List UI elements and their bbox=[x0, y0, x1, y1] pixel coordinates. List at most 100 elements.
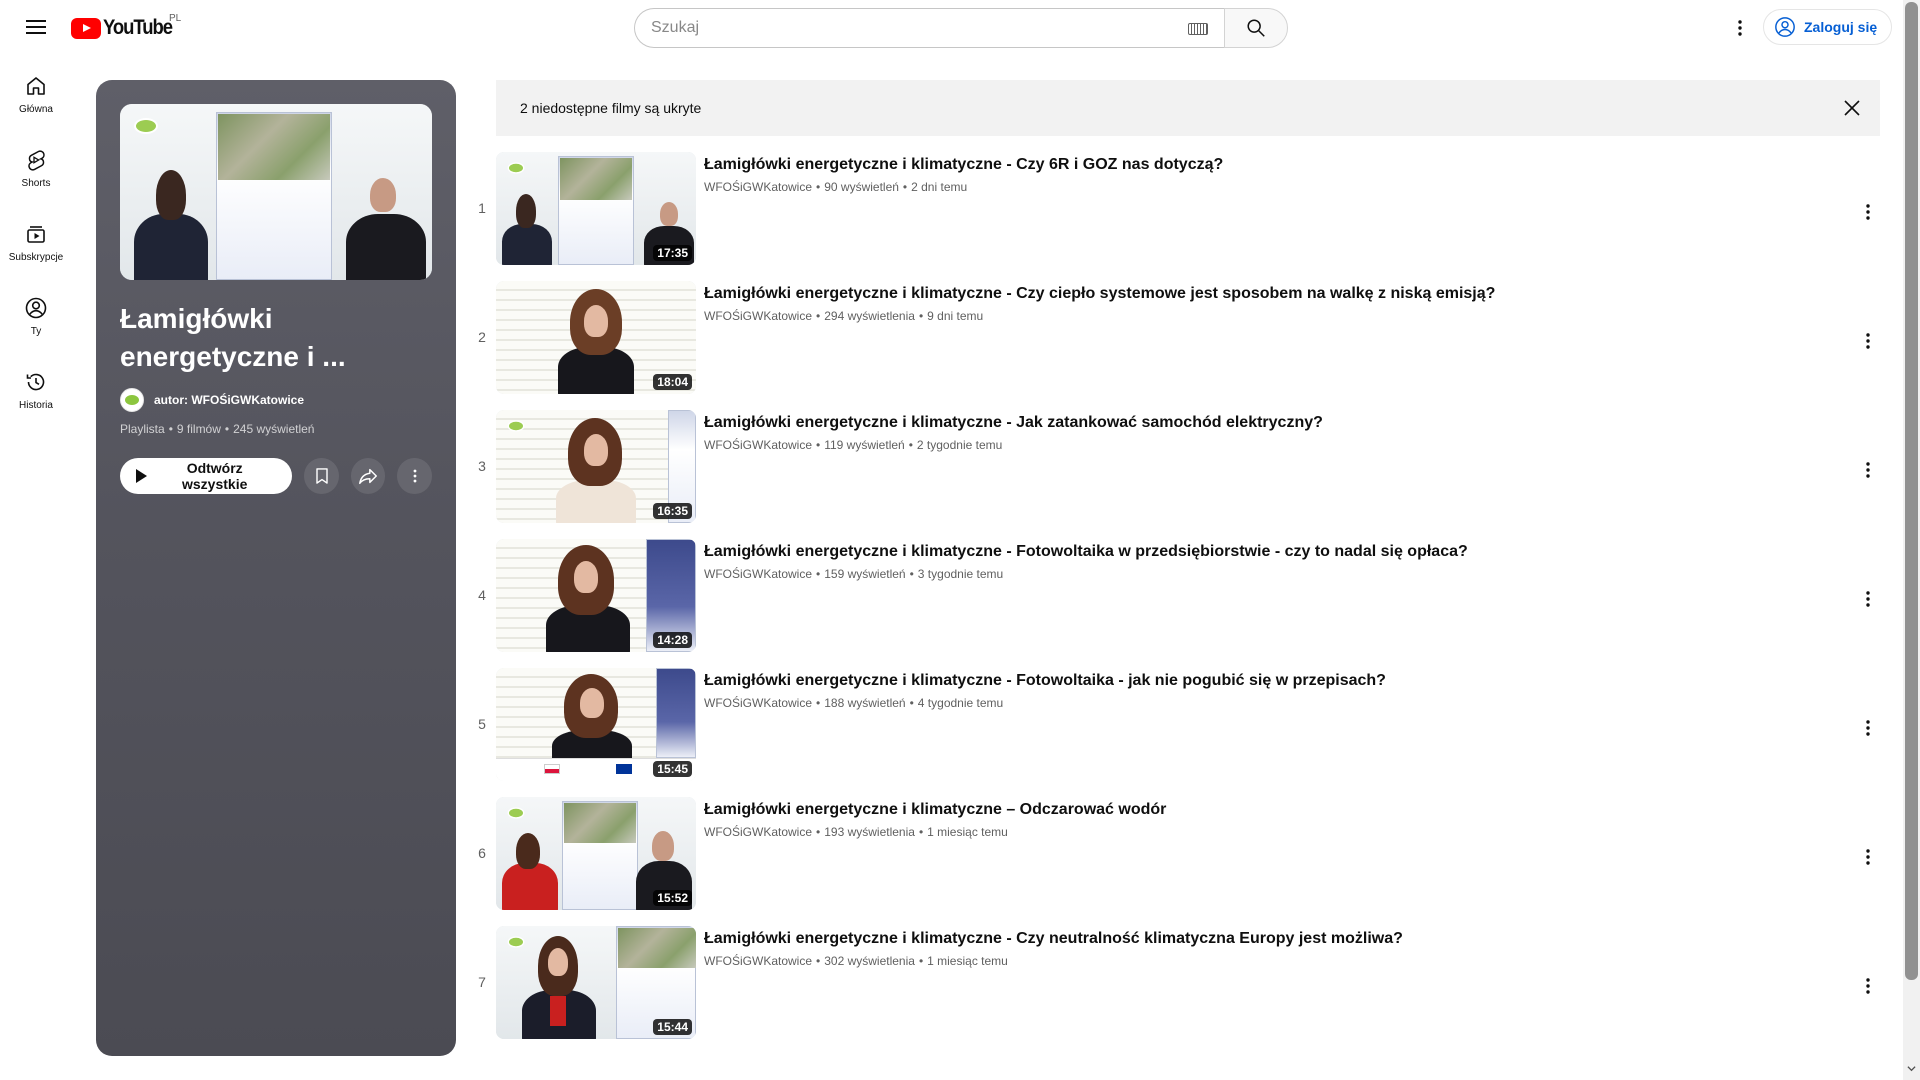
thumbnail-figure bbox=[502, 863, 558, 910]
video-title[interactable]: Łamigłówki energetyczne i klimatyczne - … bbox=[704, 670, 1804, 692]
video-meta: WFOŚiGWKatowice • 302 wyświetlenia • 1 mie… bbox=[704, 954, 1804, 968]
account-icon bbox=[1775, 17, 1795, 37]
guide-label: Subskrypcje bbox=[8, 252, 64, 263]
playlist-title: Łamigłówki energetyczne i ... bbox=[120, 303, 346, 372]
video-more-button[interactable] bbox=[1848, 708, 1888, 748]
thumbnail-flag-eu bbox=[616, 764, 632, 774]
channel-name[interactable]: WFOŚiGWKatowice bbox=[704, 309, 812, 323]
guide-label: Główna bbox=[19, 104, 53, 115]
video-title[interactable]: Łamigłówki energetyczne i klimatyczne - … bbox=[704, 541, 1804, 563]
video-index: 6 bbox=[478, 845, 486, 861]
play-all-button[interactable]: Odtwórz wszystkie bbox=[120, 458, 293, 494]
play-all-label: Odtwórz wszystkie bbox=[182, 460, 248, 492]
search-box bbox=[634, 8, 1224, 48]
playlist-more-button[interactable] bbox=[397, 458, 432, 494]
playlist-video-row: 5 15:45 Łamigłówki energetyczne i klimat… bbox=[468, 668, 1888, 797]
video-title[interactable]: Łamigłówki energetyczne i klimatyczne – … bbox=[704, 799, 1804, 821]
channel-name[interactable]: WFOŚiGWKatowice bbox=[704, 696, 812, 710]
video-more-button[interactable] bbox=[1848, 192, 1888, 232]
channel-name[interactable]: WFOŚiGWKatowice bbox=[704, 954, 812, 968]
video-title[interactable]: Łamigłówki energetyczne i klimatyczne - … bbox=[704, 154, 1804, 176]
video-info: Łamigłówki energetyczne i klimatyczne - … bbox=[704, 152, 1804, 281]
hidden-videos-alert: 2 niedostępne filmy są ukryte bbox=[496, 80, 1880, 136]
thumbnail-figure bbox=[584, 434, 608, 466]
masthead: YouTube PL Zaloguj się bbox=[0, 0, 1900, 56]
owner-avatar[interactable] bbox=[120, 388, 144, 412]
dismiss-alert-button[interactable] bbox=[1840, 96, 1864, 120]
history-icon bbox=[26, 373, 45, 391]
search-input[interactable] bbox=[651, 19, 1151, 37]
page-scrollbar[interactable] bbox=[1903, 0, 1920, 1080]
channel-name[interactable]: WFOŚiGWKatowice bbox=[704, 438, 812, 452]
settings-more-button[interactable] bbox=[1724, 12, 1756, 44]
keyboard-icon[interactable] bbox=[1188, 23, 1208, 35]
playlist-view-count: 245 wyświetleń bbox=[233, 422, 315, 436]
playlist-video-list: 1 17:35 Łamigłówki energetyczne i klimat… bbox=[468, 152, 1888, 1055]
channel-name[interactable]: WFOŚiGWKatowice bbox=[704, 180, 812, 194]
more-vert-icon bbox=[1866, 978, 1870, 994]
video-title[interactable]: Łamigłówki energetyczne i klimatyczne - … bbox=[704, 283, 1804, 305]
video-meta: WFOŚiGWKatowice • 119 wyświetleń • 2 tygod… bbox=[704, 438, 1804, 452]
more-vert-icon bbox=[1738, 20, 1742, 36]
menu-icon[interactable] bbox=[20, 16, 52, 40]
home-icon bbox=[27, 77, 45, 95]
video-title[interactable]: Łamigłówki energetyczne i klimatyczne - … bbox=[704, 412, 1804, 434]
meta-separator: • bbox=[908, 438, 913, 452]
scroll-down-arrow-icon[interactable] bbox=[1907, 1064, 1916, 1073]
guide-item-home[interactable]: Główna bbox=[0, 56, 72, 130]
guide-item-you[interactable]: Ty bbox=[0, 278, 72, 352]
thumbnail-figure bbox=[370, 178, 396, 212]
video-more-button[interactable] bbox=[1848, 321, 1888, 361]
view-count: 90 wyświetleń bbox=[824, 180, 899, 194]
logo-text: YouTube bbox=[103, 16, 173, 39]
video-thumbnail[interactable]: 16:35 bbox=[496, 410, 696, 523]
guide-item-subscriptions[interactable]: Subskrypcje bbox=[0, 204, 72, 278]
more-vert-icon bbox=[1866, 462, 1870, 478]
playlist-thumbnail[interactable] bbox=[120, 104, 432, 280]
video-thumbnail[interactable]: 15:44 bbox=[496, 926, 696, 1039]
video-thumbnail[interactable]: 14:28 bbox=[496, 539, 696, 652]
playlist-meta: Playlista • 9 filmów • 245 wyświetleń bbox=[120, 422, 432, 436]
more-vert-icon bbox=[1866, 333, 1870, 349]
video-thumbnail[interactable]: 15:52 bbox=[496, 797, 696, 910]
sign-in-button[interactable]: Zaloguj się bbox=[1763, 9, 1893, 45]
channel-name[interactable]: WFOŚiGWKatowice bbox=[704, 825, 812, 839]
meta-separator: • bbox=[918, 954, 924, 968]
thumbnail-aerial-photo bbox=[618, 928, 696, 968]
youtube-logo[interactable]: YouTube bbox=[71, 16, 181, 39]
view-count: 302 wyświetlenia bbox=[824, 954, 915, 968]
video-index: 5 bbox=[478, 716, 486, 732]
scrollbar-thumb[interactable] bbox=[1905, 2, 1918, 980]
video-thumbnail[interactable]: 17:35 bbox=[496, 152, 696, 265]
video-thumbnail[interactable]: 18:04 bbox=[496, 281, 696, 394]
you-icon bbox=[25, 297, 47, 319]
search-button[interactable] bbox=[1224, 8, 1288, 48]
video-info: Łamigłówki energetyczne i klimatyczne - … bbox=[704, 410, 1804, 539]
more-vert-icon bbox=[1866, 204, 1870, 220]
owner-name[interactable]: autor: WFOŚiGWKatowice bbox=[154, 393, 304, 407]
guide-item-history[interactable]: Historia bbox=[0, 352, 72, 426]
video-title[interactable]: Łamigłówki energetyczne i klimatyczne - … bbox=[704, 928, 1804, 950]
video-thumbnail[interactable]: 15:45 bbox=[496, 668, 696, 781]
share-button[interactable] bbox=[350, 458, 386, 494]
thumbnail-logo bbox=[507, 162, 525, 174]
video-meta: WFOŚiGWKatowice • 188 wyświetleń • 4 tygod… bbox=[704, 696, 1804, 710]
video-more-button[interactable] bbox=[1848, 579, 1888, 619]
thumbnail-figure bbox=[548, 948, 568, 976]
meta-separator: • bbox=[918, 825, 924, 839]
video-more-button[interactable] bbox=[1848, 450, 1888, 490]
video-meta: WFOŚiGWKatowice • 159 wyświetleń • 3 tygod… bbox=[704, 567, 1804, 581]
video-duration: 15:52 bbox=[653, 890, 692, 906]
more-vert-icon bbox=[1866, 591, 1870, 607]
video-more-button[interactable] bbox=[1848, 837, 1888, 877]
video-info: Łamigłówki energetyczne i klimatyczne – … bbox=[704, 797, 1804, 926]
video-more-button[interactable] bbox=[1848, 966, 1888, 1006]
playlist-video-row: 6 15:52 Łamigłówki energetyczne i klimat… bbox=[468, 797, 1888, 926]
guide-label: Ty bbox=[30, 326, 42, 337]
view-count: 188 wyświetleń bbox=[824, 696, 906, 710]
save-playlist-button[interactable] bbox=[304, 458, 339, 494]
channel-name[interactable]: WFOŚiGWKatowice bbox=[704, 567, 812, 581]
playlist-owner[interactable]: autor: WFOŚiGWKatowice bbox=[120, 388, 432, 412]
thumbnail-flag-pl bbox=[544, 764, 560, 774]
guide-item-shorts[interactable]: Shorts bbox=[0, 130, 72, 204]
